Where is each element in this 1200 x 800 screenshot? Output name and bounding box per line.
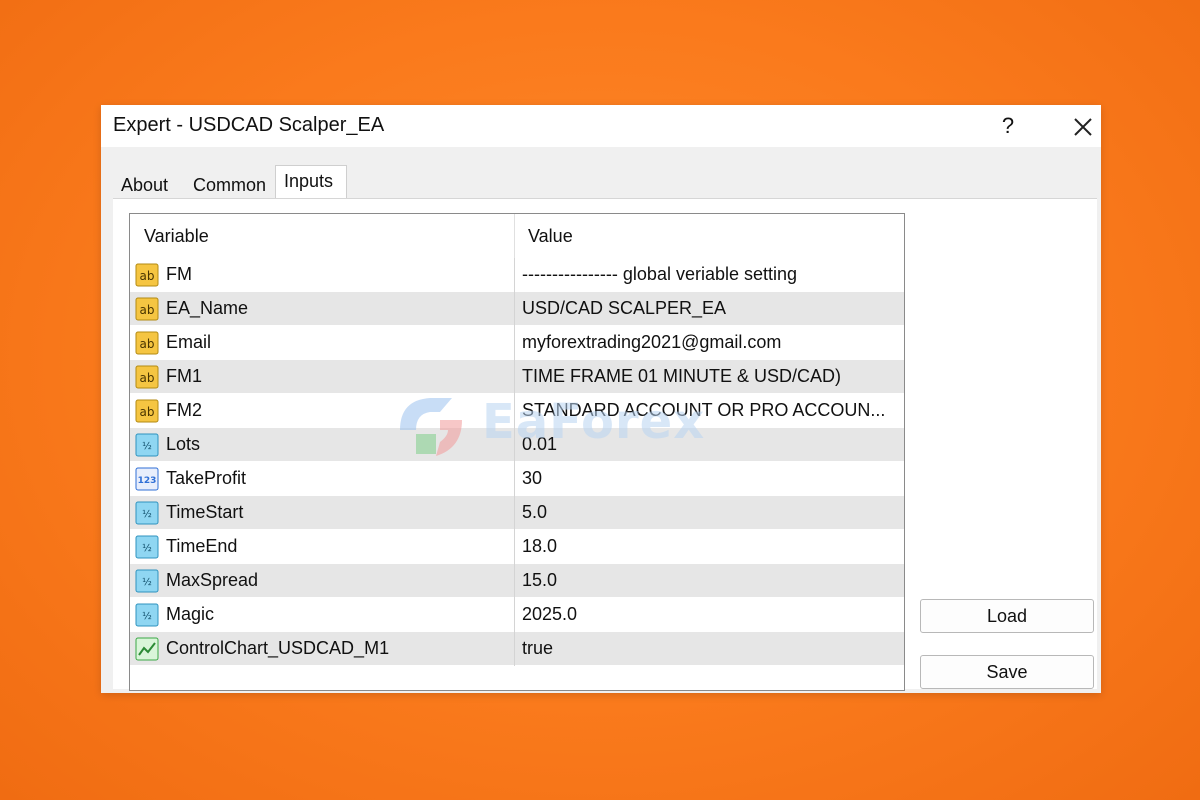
cell-divider [514, 258, 515, 292]
svg-text:½: ½ [142, 576, 152, 588]
cell-divider [514, 632, 515, 666]
svg-text:ab: ab [140, 371, 155, 385]
string-ab-icon: ab [135, 365, 159, 389]
svg-text:ab: ab [140, 405, 155, 419]
cell-divider [514, 292, 515, 326]
variable-value[interactable]: 2025.0 [522, 604, 900, 625]
svg-text:½: ½ [142, 610, 152, 622]
help-button[interactable]: ? [993, 111, 1023, 141]
svg-text:ab: ab [140, 269, 155, 283]
tab-inputs[interactable]: Inputs [275, 165, 347, 199]
string-ab-icon: ab [135, 331, 159, 355]
watermark-logo: EaForex [390, 390, 750, 460]
variable-value[interactable]: TIME FRAME 01 MINUTE & USD/CAD) [522, 366, 900, 387]
double-half-icon: ½ [135, 535, 159, 559]
cell-divider [514, 496, 515, 530]
cell-divider [514, 530, 515, 564]
close-button[interactable] [1067, 111, 1099, 143]
save-button[interactable]: Save [920, 655, 1094, 689]
close-icon [1074, 118, 1092, 136]
variable-name: FM1 [166, 366, 202, 386]
variable-value[interactable]: 18.0 [522, 536, 900, 557]
variable-value[interactable]: 5.0 [522, 502, 900, 523]
variable-name: TakeProfit [166, 468, 247, 488]
svg-text:½: ½ [142, 508, 152, 520]
cell-divider [514, 564, 515, 598]
table-row[interactable]: ½ TimeEnd 18.0 [130, 530, 904, 564]
tab-strip: About Common Inputs [113, 165, 513, 199]
cell-divider [514, 462, 515, 496]
variable-name: TimeEnd [166, 536, 238, 556]
column-header-variable[interactable]: Variable [144, 226, 209, 247]
cell-divider [514, 360, 515, 394]
cell-divider [514, 598, 515, 632]
variable-value[interactable]: ---------------- global veriable setting [522, 264, 900, 285]
svg-text:½: ½ [142, 440, 152, 452]
table-row[interactable]: 123 TakeProfit 30 [130, 462, 904, 496]
svg-text:123: 123 [138, 476, 157, 486]
variable-name: FM [166, 264, 192, 284]
watermark-text: EaForex [482, 394, 706, 450]
double-half-icon: ½ [135, 501, 159, 525]
variable-name: ControlChart_USDCAD_M1 [166, 638, 390, 658]
double-half-icon: ½ [135, 433, 159, 457]
string-ab-icon: ab [135, 399, 159, 423]
load-button[interactable]: Load [920, 599, 1094, 633]
column-header-value[interactable]: Value [528, 226, 573, 247]
table-row[interactable]: ab FM1 TIME FRAME 01 MINUTE & USD/CAD) [130, 360, 904, 394]
string-ab-icon: ab [135, 297, 159, 321]
svg-text:ab: ab [140, 337, 155, 351]
tab-about[interactable]: About [113, 171, 183, 199]
cell-divider [514, 326, 515, 360]
table-row[interactable]: ab Email myforextrading2021@gmail.com [130, 326, 904, 360]
svg-text:½: ½ [142, 542, 152, 554]
table-row[interactable]: ½ Magic 2025.0 [130, 598, 904, 632]
variable-name: Lots [166, 434, 201, 454]
column-divider[interactable] [514, 214, 515, 258]
table-row[interactable]: ab EA_Name USD/CAD SCALPER_EA [130, 292, 904, 326]
variable-value[interactable]: true [522, 638, 900, 659]
table-row[interactable]: ½ TimeStart 5.0 [130, 496, 904, 530]
variable-value[interactable]: 30 [522, 468, 900, 489]
variable-value[interactable]: 15.0 [522, 570, 900, 591]
double-half-icon: ½ [135, 569, 159, 593]
table-row[interactable]: ½ MaxSpread 15.0 [130, 564, 904, 598]
table-header: Variable Value [130, 214, 904, 259]
variable-name: MaxSpread [166, 570, 259, 590]
variable-name: EA_Name [166, 298, 249, 318]
string-ab-icon: ab [135, 263, 159, 287]
bool-chart-icon [135, 637, 159, 661]
double-half-icon: ½ [135, 603, 159, 627]
eaforex-logo-icon [400, 398, 462, 456]
table-row[interactable]: ControlChart_USDCAD_M1 true [130, 632, 904, 666]
title-bar: Expert - USDCAD Scalper_EA ? [101, 105, 1101, 147]
tab-common[interactable]: Common [185, 171, 275, 199]
variable-name: FM2 [166, 400, 202, 420]
window-title: Expert - USDCAD Scalper_EA [113, 114, 385, 136]
table-rows: ab FM ---------------- global veriable set… [130, 258, 904, 666]
svg-text:ab: ab [140, 303, 155, 317]
variable-value[interactable]: myforextrading2021@gmail.com [522, 332, 900, 353]
variable-name: Email [166, 332, 212, 352]
integer-123-icon: 123 [135, 467, 159, 491]
table-row[interactable]: ab FM ---------------- global veriable set… [130, 258, 904, 292]
variable-value[interactable]: USD/CAD SCALPER_EA [522, 298, 900, 319]
variable-name: TimeStart [166, 502, 244, 522]
variable-name: Magic [166, 604, 215, 624]
